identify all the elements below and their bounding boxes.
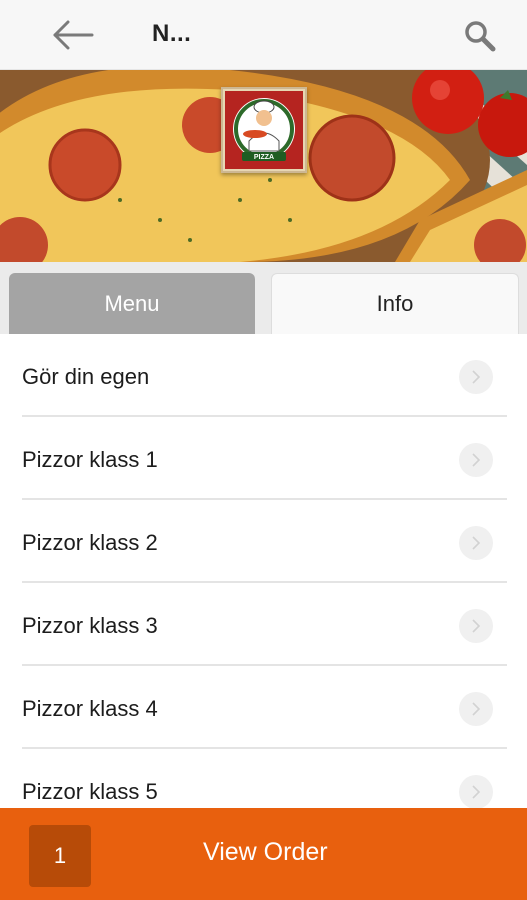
- view-order-button[interactable]: 1 View Order: [0, 808, 527, 900]
- search-button[interactable]: [458, 16, 502, 56]
- back-button[interactable]: [48, 14, 98, 56]
- tab-menu[interactable]: Menu: [9, 273, 255, 334]
- menu-item-pizzor-klass-3[interactable]: Pizzor klass 3: [22, 583, 507, 666]
- menu-item-pizzor-klass-1[interactable]: Pizzor klass 1: [22, 417, 507, 500]
- chevron-right-icon: [459, 775, 493, 809]
- menu-item-label: Pizzor klass 2: [22, 530, 158, 555]
- chevron-right-icon: [459, 609, 493, 643]
- menu-item-label: Pizzor klass 3: [22, 613, 158, 638]
- menu-item-label: Pizzor klass 1: [22, 447, 158, 472]
- tab-info[interactable]: Info: [271, 273, 519, 334]
- order-count-badge: 1: [29, 825, 91, 887]
- chevron-right-icon: [459, 692, 493, 726]
- menu-item-label: Gör din egen: [22, 364, 150, 389]
- search-icon: [465, 21, 496, 52]
- menu-item-label: Pizzor klass 5: [22, 779, 158, 804]
- menu-item-pizzor-klass-2[interactable]: Pizzor klass 2: [22, 500, 507, 583]
- pizza-chef-logo: PIZZA: [225, 91, 303, 169]
- view-order-label: View Order: [203, 838, 328, 866]
- chevron-right-icon: [459, 526, 493, 560]
- arrow-left-icon: [53, 20, 94, 50]
- hero-banner: PIZZA: [0, 70, 527, 262]
- menu-list: Gör din egen Pizzor klass 1 Pizzor klass…: [0, 334, 527, 832]
- chevron-right-icon: [459, 443, 493, 477]
- page-title: N...: [152, 20, 192, 47]
- restaurant-logo: PIZZA: [221, 87, 307, 173]
- chevron-right-icon: [459, 360, 493, 394]
- menu-item-pizzor-klass-4[interactable]: Pizzor klass 4: [22, 666, 507, 749]
- logo-text: PIZZA: [254, 154, 274, 161]
- tab-bar: Menu Info: [0, 262, 527, 334]
- top-bar: N...: [0, 0, 527, 70]
- menu-item-label: Pizzor klass 4: [22, 696, 158, 721]
- menu-item-gor-din-egen[interactable]: Gör din egen: [22, 334, 507, 417]
